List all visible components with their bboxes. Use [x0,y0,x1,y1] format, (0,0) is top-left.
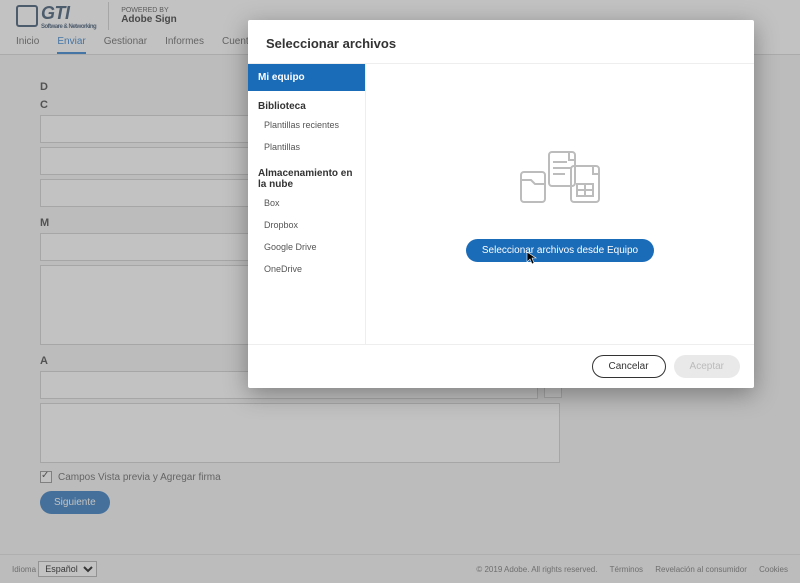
sidebar-item-plantillas-recientes[interactable]: Plantillas recientes [248,114,365,136]
select-files-from-device-button[interactable]: Seleccionar archivos desde Equipo [466,239,654,262]
cancel-button[interactable]: Cancelar [592,355,666,378]
select-files-modal: Seleccionar archivos Mi equipo Bibliotec… [248,20,754,388]
sidebar-header-biblioteca: Biblioteca [248,91,365,114]
modal-footer: Cancelar Aceptar [248,345,754,388]
sidebar-item-mi-equipo[interactable]: Mi equipo [248,64,365,91]
sidebar-item-box[interactable]: Box [248,192,365,214]
files-illustration-icon [515,146,605,221]
select-files-button-label: Seleccionar archivos desde Equipo [482,245,638,256]
modal-content: Seleccionar archivos desde Equipo [366,64,754,344]
sidebar-item-onedrive[interactable]: OneDrive [248,258,365,280]
sidebar-item-google-drive[interactable]: Google Drive [248,236,365,258]
sidebar-header-cloud: Almacenamiento en la nube [248,158,365,192]
modal-title: Seleccionar archivos [248,20,754,63]
modal-sidebar: Mi equipo Biblioteca Plantillas reciente… [248,64,366,344]
sidebar-item-dropbox[interactable]: Dropbox [248,214,365,236]
sidebar-item-plantillas[interactable]: Plantillas [248,136,365,158]
accept-button: Aceptar [674,355,740,378]
